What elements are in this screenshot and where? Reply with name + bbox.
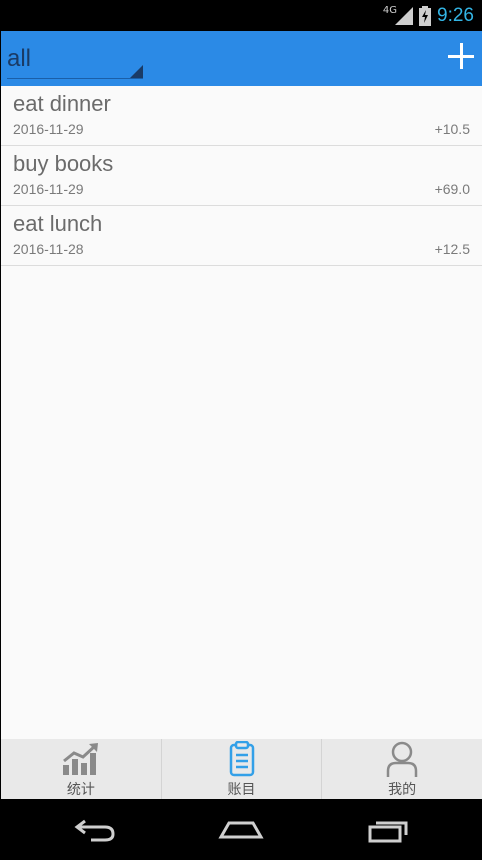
phone-screen: 4G 9:26 all eat dinner 2016-11-29 +10.5 … bbox=[0, 0, 482, 860]
entry-title: buy books bbox=[13, 151, 114, 176]
chart-icon bbox=[62, 743, 98, 775]
entry-title: eat lunch bbox=[13, 211, 103, 236]
recent-apps-icon[interactable] bbox=[364, 813, 412, 845]
entry-date: 2016-11-28 bbox=[13, 241, 84, 257]
bottom-tab-bar: 统计 账目 我的 bbox=[1, 739, 482, 799]
app-bar: all bbox=[1, 31, 482, 86]
entry-row[interactable]: eat dinner 2016-11-29 +10.5 bbox=[1, 86, 482, 146]
tab-accounts[interactable]: 账目 bbox=[162, 739, 323, 799]
entry-amount: +69.0 bbox=[434, 181, 470, 197]
status-icons: 4G 9:26 bbox=[383, 3, 474, 29]
tab-statistics[interactable]: 统计 bbox=[1, 739, 162, 799]
tab-statistics-label: 统计 bbox=[66, 782, 95, 798]
entry-date: 2016-11-29 bbox=[13, 181, 84, 197]
clipboard-icon bbox=[229, 741, 254, 777]
dropdown-caret-icon bbox=[130, 65, 143, 78]
tab-profile-label: 我的 bbox=[388, 782, 417, 798]
system-nav-bar bbox=[0, 799, 482, 860]
back-icon[interactable] bbox=[71, 813, 119, 845]
person-icon bbox=[386, 741, 418, 777]
entry-list: eat dinner 2016-11-29 +10.5 buy books 20… bbox=[1, 86, 482, 739]
add-entry-button[interactable] bbox=[444, 39, 480, 75]
filter-value: all bbox=[7, 45, 32, 72]
entry-amount: +12.5 bbox=[434, 241, 470, 257]
entry-date: 2016-11-29 bbox=[13, 121, 84, 137]
status-bar: 4G 9:26 bbox=[0, 0, 482, 31]
entry-row[interactable]: eat lunch 2016-11-28 +12.5 bbox=[1, 206, 482, 266]
battery-charging-icon bbox=[419, 6, 432, 26]
home-icon[interactable] bbox=[217, 813, 265, 845]
entry-row[interactable]: buy books 2016-11-29 +69.0 bbox=[1, 146, 482, 206]
status-time: 9:26 bbox=[437, 5, 474, 26]
entry-title: eat dinner bbox=[13, 91, 111, 116]
filter-spinner[interactable]: all bbox=[7, 43, 143, 79]
tab-profile[interactable]: 我的 bbox=[322, 739, 482, 799]
signal-icon bbox=[395, 7, 414, 25]
tab-accounts-label: 账目 bbox=[227, 782, 256, 798]
entry-amount: +10.5 bbox=[434, 121, 470, 137]
